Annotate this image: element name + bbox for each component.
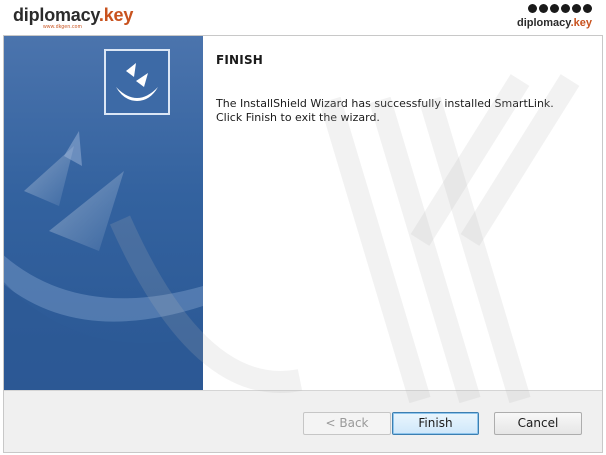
social-icons [528,4,592,13]
wizard-side-banner [4,36,203,390]
twitter-icon [539,4,548,13]
brand-name-right: diplomacy.key [517,17,592,29]
installshield-logo [104,49,170,115]
back-button[interactable]: < Back [303,412,391,435]
brand-key: key [103,5,134,25]
installshield-icon [116,63,158,101]
brand-key: key [573,17,592,29]
pinterest-icon [561,4,570,13]
brand-logo-right: diplomacy.key [512,4,592,32]
screen: diplomacy.key www.dkgen.com diplomacy.ke… [0,0,606,455]
brand-subtitle: www.dkgen.com [43,24,83,30]
facebook-icon [528,4,537,13]
message-line-1: The InstallShield Wizard has successfull… [216,97,554,110]
cancel-button[interactable]: Cancel [494,412,582,435]
brand-header: diplomacy.key www.dkgen.com diplomacy.ke… [0,0,606,34]
wizard-content-area [203,36,602,390]
page-title: FINISH [216,53,264,67]
completion-message: The InstallShield Wizard has successfull… [216,97,586,125]
finish-button[interactable]: Finish [392,412,479,435]
installer-wizard-window: FINISH The InstallShield Wizard has succ… [3,35,603,453]
message-line-2: Click Finish to exit the wizard. [216,111,380,124]
youtube-icon [572,4,581,13]
instagram-icon [550,4,559,13]
brand-name: diplomacy [516,17,571,29]
brand-name: diplomacy [13,5,99,25]
facebook-icon [583,4,592,13]
brand-logo-left: diplomacy.key [13,5,133,26]
